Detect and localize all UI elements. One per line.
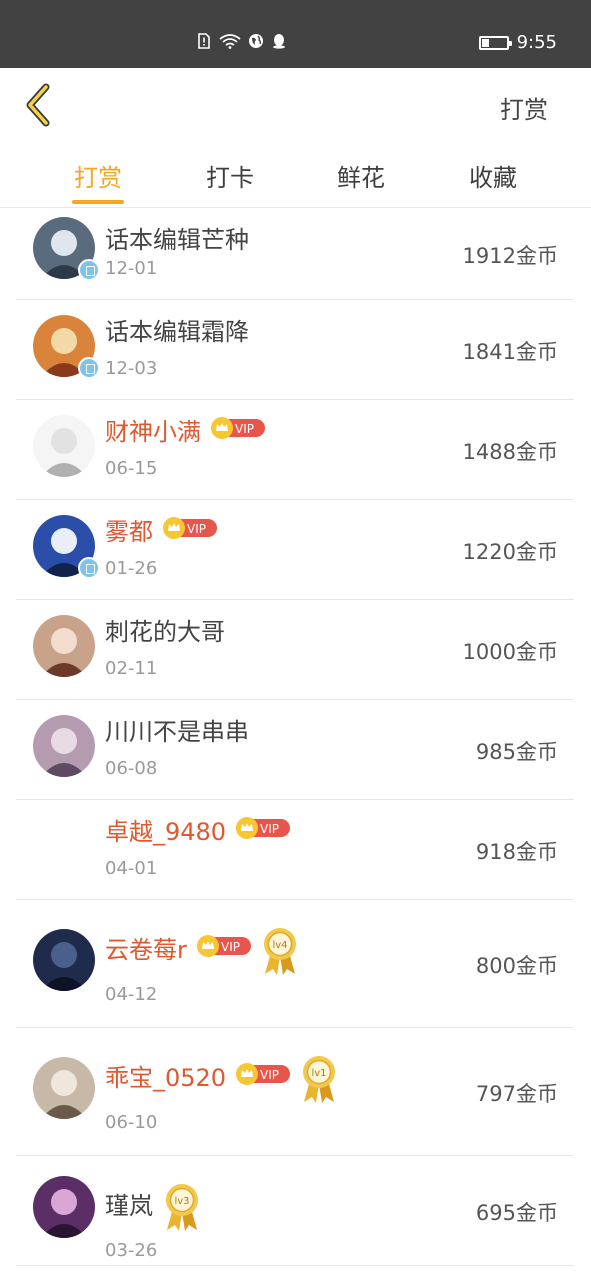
avatar[interactable]	[33, 615, 95, 677]
user-name[interactable]: 卓越_9480	[105, 812, 226, 847]
level-medal-icon: lv3	[163, 1182, 201, 1232]
vip-label: VIP	[260, 822, 279, 836]
list-item[interactable]: 瑾岚 03-26 695金币 lv3	[16, 1156, 574, 1266]
avatar[interactable]	[33, 715, 95, 777]
reward-date: 06-10	[105, 1112, 158, 1133]
reward-date: 03-26	[105, 1240, 158, 1261]
vip-badge: VIP	[211, 417, 265, 439]
list-item[interactable]: 乖宝_0520 06-10 797金币 VIP lv1	[16, 1028, 574, 1156]
author-badge-icon	[78, 357, 100, 379]
battery-icon	[478, 35, 512, 50]
list-item[interactable]: 刺花的大哥 02-11 1000金币	[16, 600, 574, 700]
user-name[interactable]: 川川不是串串	[105, 712, 249, 747]
reward-amount: 1000金币	[462, 640, 558, 664]
qq-icon	[273, 34, 285, 49]
globe-icon	[249, 34, 263, 48]
svg-text:lv3: lv3	[174, 1196, 189, 1207]
vip-label: VIP	[235, 422, 254, 436]
list-item[interactable]: 云卷莓r 04-12 800金币 VIP lv4	[16, 900, 574, 1028]
list-item[interactable]: 川川不是串串 06-08 985金币	[16, 700, 574, 800]
tab-flowers[interactable]: 鲜花	[321, 158, 401, 193]
status-time: 9:55	[516, 32, 557, 53]
list-item[interactable]: 雾都 01-26 1220金币 VIP	[16, 500, 574, 600]
tab-favorites[interactable]: 收藏	[453, 158, 533, 193]
sim-alert-icon	[198, 33, 210, 49]
status-icons	[196, 33, 287, 49]
reward-date: 06-08	[105, 758, 158, 779]
user-name[interactable]: 雾都	[105, 512, 153, 547]
page-title: 打赏	[500, 96, 548, 124]
reward-amount: 1488金币	[462, 440, 558, 464]
user-name[interactable]: 话本编辑霜降	[105, 312, 249, 347]
vip-badge: VIP	[236, 1063, 290, 1085]
status-bar: 9:55	[0, 0, 591, 68]
author-badge-icon	[78, 557, 100, 579]
reward-amount: 800金币	[475, 954, 558, 978]
active-tab-indicator	[72, 200, 124, 204]
vip-label: VIP	[187, 522, 206, 536]
reward-amount: 985金币	[475, 740, 558, 764]
reward-date: 12-03	[105, 358, 158, 379]
list-item[interactable]: 话本编辑芒种 12-01 1912金币	[16, 208, 574, 300]
chevron-left-icon	[26, 83, 50, 127]
user-name[interactable]: 乖宝_0520	[105, 1058, 226, 1093]
reward-date: 12-01	[105, 258, 158, 279]
reward-date: 04-01	[105, 858, 158, 879]
top-bar: 打赏	[0, 68, 591, 142]
reward-amount: 1220金币	[462, 540, 558, 564]
reward-amount: 1912金币	[462, 244, 558, 268]
avatar[interactable]	[33, 929, 95, 991]
reward-date: 06-15	[105, 458, 158, 479]
user-name[interactable]: 刺花的大哥	[105, 612, 225, 647]
user-name[interactable]: 话本编辑芒种	[105, 220, 249, 255]
avatar[interactable]	[33, 1176, 95, 1238]
reward-date: 04-12	[105, 984, 158, 1005]
back-button[interactable]	[22, 82, 58, 128]
reward-amount: 1841金币	[462, 340, 558, 364]
avatar[interactable]	[33, 415, 95, 477]
reward-date: 01-26	[105, 558, 158, 579]
reward-amount: 797金币	[475, 1082, 558, 1106]
reward-date: 02-11	[105, 658, 158, 679]
user-name[interactable]: 云卷莓r	[105, 930, 187, 965]
list-item[interactable]: 财神小满 06-15 1488金币 VIP	[16, 400, 574, 500]
user-name[interactable]: 瑾岚	[105, 1186, 153, 1221]
svg-text:lv1: lv1	[311, 1068, 326, 1079]
level-medal-icon: lv4	[261, 926, 299, 976]
author-badge-icon	[78, 259, 100, 281]
vip-badge: VIP	[163, 517, 217, 539]
reward-amount: 695金币	[475, 1201, 558, 1225]
svg-text:lv4: lv4	[272, 940, 287, 951]
list-item[interactable]: 话本编辑霜降 12-03 1841金币	[16, 300, 574, 400]
tab-reward[interactable]: 打赏	[58, 158, 138, 193]
tab-bar: 打赏 打卡 鲜花 收藏	[0, 150, 591, 208]
vip-label: VIP	[221, 940, 240, 954]
avatar[interactable]	[33, 1057, 95, 1119]
reward-amount: 918金币	[475, 840, 558, 864]
vip-badge: VIP	[236, 817, 290, 839]
list-item[interactable]: 卓越_9480 04-01 918金币 VIP	[16, 800, 574, 900]
user-name[interactable]: 财神小满	[105, 412, 201, 447]
level-medal-icon: lv1	[300, 1054, 338, 1104]
vip-badge: VIP	[197, 935, 251, 957]
tab-checkin[interactable]: 打卡	[190, 158, 270, 193]
vip-label: VIP	[260, 1068, 279, 1082]
wifi-icon	[219, 34, 241, 49]
